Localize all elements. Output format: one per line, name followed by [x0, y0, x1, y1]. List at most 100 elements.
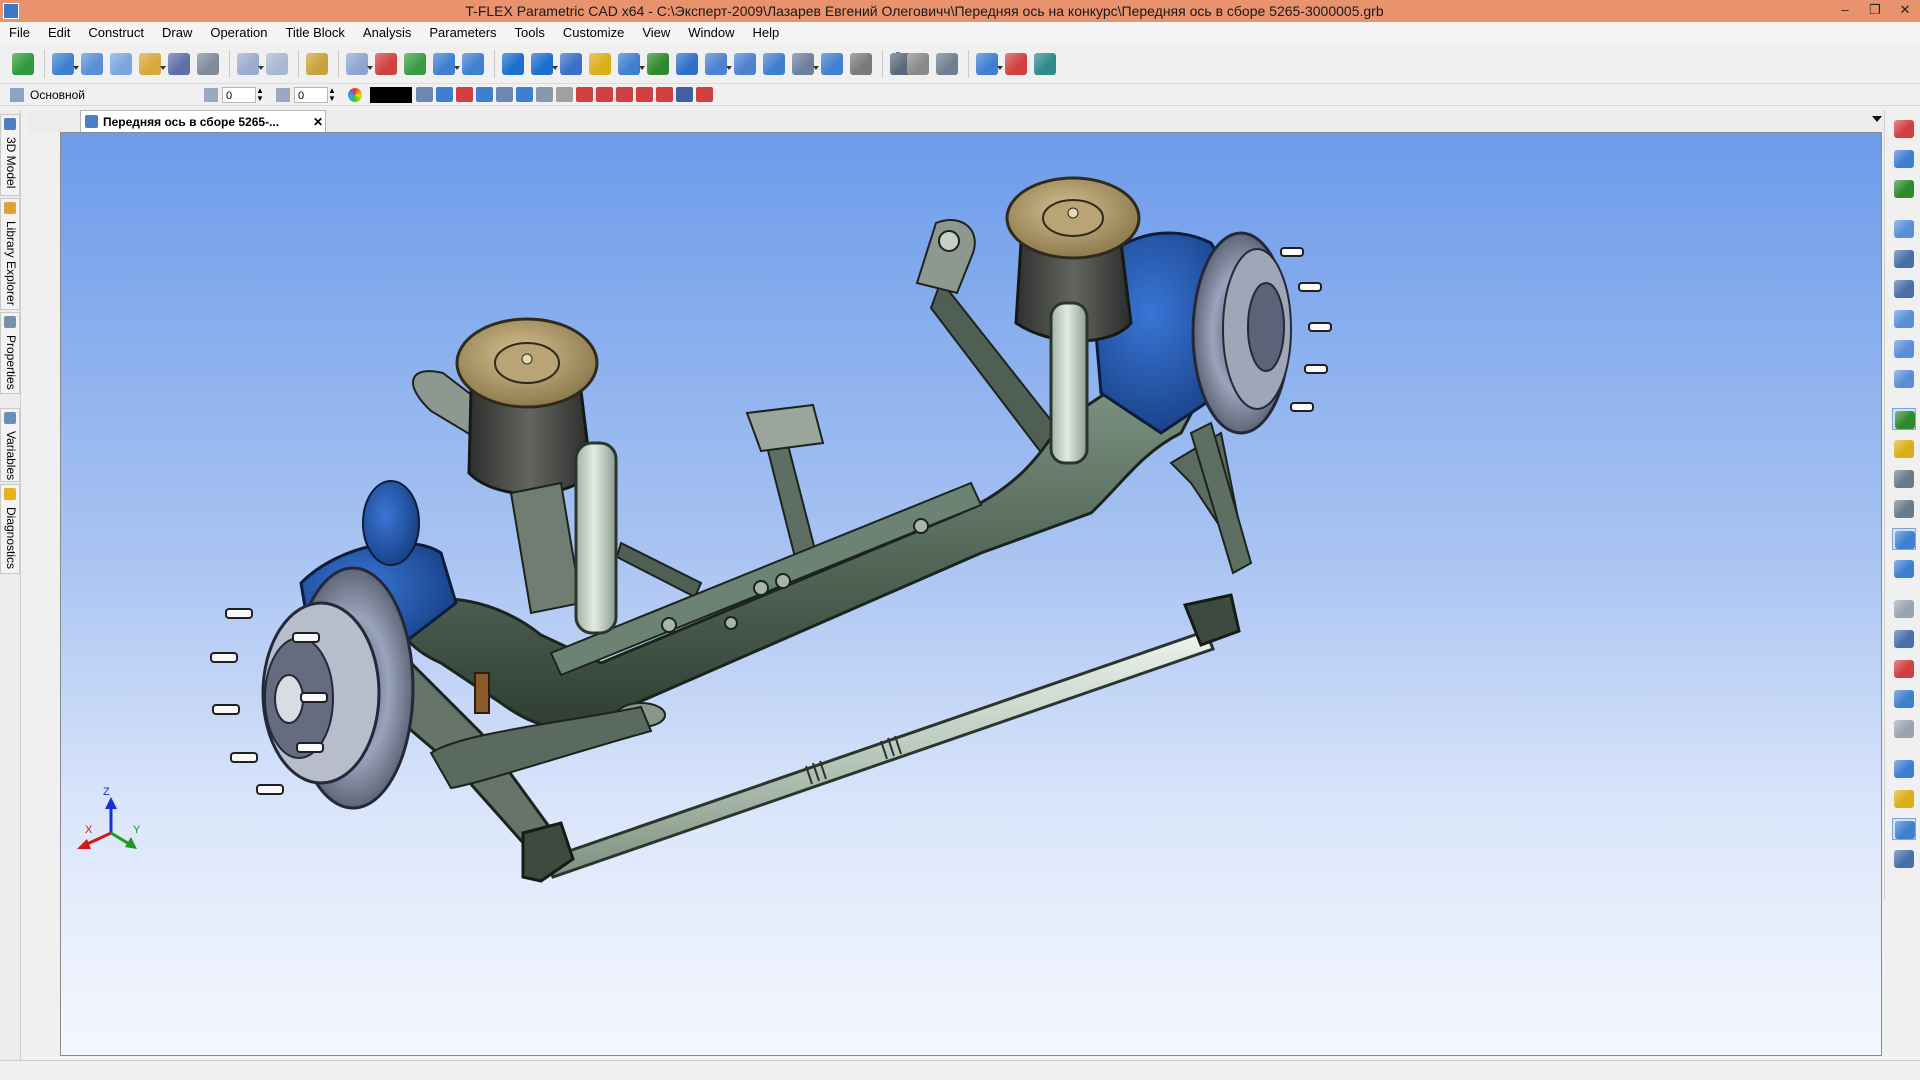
axis-icon[interactable] [431, 50, 460, 78]
zoom-in-icon[interactable] [1892, 308, 1916, 330]
zoom-prev-icon[interactable] [1892, 368, 1916, 390]
dimension-visibility-icon[interactable] [636, 87, 653, 102]
loft-icon[interactable] [616, 50, 645, 78]
menu-window[interactable]: Window [679, 22, 743, 44]
menu-parameters[interactable]: Parameters [420, 22, 505, 44]
3d-node-icon[interactable] [460, 50, 486, 78]
chamfer-icon[interactable] [732, 50, 758, 78]
dimension-icon[interactable] [1892, 438, 1916, 460]
document-tab[interactable]: Передняя ось в сборе 5265-... ✕ [80, 110, 326, 132]
check-icon[interactable] [1892, 658, 1916, 680]
image-visibility-icon[interactable] [696, 87, 713, 102]
menu-operation[interactable]: Operation [201, 22, 276, 44]
snap-circle-icon[interactable] [516, 87, 533, 102]
body-icon[interactable] [819, 50, 845, 78]
plane-icon[interactable] [1892, 718, 1916, 740]
fragment-icon[interactable] [1032, 50, 1058, 78]
link-icon[interactable] [974, 50, 1004, 78]
report-icon[interactable] [905, 50, 931, 78]
copy-icon[interactable] [1892, 598, 1916, 620]
render-icon[interactable] [1892, 818, 1916, 840]
zoom-out-icon[interactable] [1892, 338, 1916, 360]
select-elements-icon[interactable] [436, 87, 453, 102]
menu-analysis[interactable]: Analysis [354, 22, 420, 44]
restore-button[interactable]: ❐ [1860, 0, 1890, 22]
tab-3d-model[interactable]: 3D Model [0, 114, 20, 196]
fillet-icon[interactable] [703, 50, 732, 78]
material-icon[interactable] [1892, 788, 1916, 810]
view-mode-icon[interactable] [536, 87, 553, 102]
3d-viewport[interactable]: Z X Y [60, 132, 1882, 1056]
zoom-window-icon[interactable] [1892, 218, 1916, 240]
workplane-icon[interactable] [402, 50, 428, 78]
hatch-visibility-icon[interactable] [656, 87, 673, 102]
menu-tools[interactable]: Tools [506, 22, 554, 44]
close-tab-icon[interactable]: ✕ [311, 115, 325, 129]
color-palette-icon[interactable] [348, 87, 362, 102]
mirror-icon[interactable] [790, 50, 819, 78]
print-icon[interactable] [195, 50, 221, 78]
menu-customize[interactable]: Customize [554, 22, 633, 44]
new-drawing-icon[interactable] [108, 50, 134, 78]
text-visibility-icon[interactable] [616, 87, 633, 102]
tab-diagnostics[interactable]: Diagnostics [0, 484, 20, 574]
window-icon[interactable] [1892, 848, 1916, 870]
view-cube-icon[interactable] [1892, 758, 1916, 780]
menu-construct[interactable]: Construct [79, 22, 153, 44]
menu-help[interactable]: Help [744, 22, 789, 44]
line-visibility-icon[interactable] [596, 87, 613, 102]
priority-input[interactable]: 0 [294, 86, 328, 103]
assembly-icon[interactable] [1003, 50, 1029, 78]
zoom-extents-icon[interactable] [1892, 278, 1916, 300]
pin-icon[interactable] [1892, 148, 1916, 170]
properties-icon[interactable] [304, 50, 330, 78]
fit-all-icon[interactable] [1892, 248, 1916, 270]
new-3d-model-icon[interactable] [79, 50, 105, 78]
grid-icon[interactable] [1892, 628, 1916, 650]
save-icon[interactable] [166, 50, 192, 78]
mate-icon[interactable] [1892, 528, 1916, 550]
cut-icon[interactable] [761, 50, 787, 78]
sweep-icon[interactable] [645, 50, 671, 78]
menu-title-block[interactable]: Title Block [276, 22, 353, 44]
align-icon[interactable] [1892, 558, 1916, 580]
extrusion-icon[interactable] [500, 50, 526, 78]
measure-icon[interactable] [848, 50, 874, 78]
magnet-icon[interactable] [1892, 118, 1916, 140]
rotation-icon[interactable] [529, 50, 558, 78]
check-model-icon[interactable] [1892, 688, 1916, 710]
select-icon[interactable] [10, 50, 36, 78]
hide-icon[interactable] [556, 87, 573, 102]
color-swatch[interactable] [370, 86, 412, 103]
open-icon[interactable] [137, 50, 166, 78]
filter-icon[interactable] [416, 87, 433, 102]
layer-name-field[interactable]: Основной [30, 88, 200, 102]
snap-node-icon[interactable] [476, 87, 493, 102]
menu-edit[interactable]: Edit [39, 22, 79, 44]
tab-properties[interactable]: Properties [0, 312, 20, 394]
view-3d-icon[interactable] [344, 50, 373, 78]
constraint-icon[interactable] [1892, 408, 1916, 430]
delete-icon[interactable] [456, 87, 473, 102]
move-icon[interactable] [1892, 468, 1916, 490]
tab-variables[interactable]: Variables [0, 408, 20, 482]
snap-line-icon[interactable] [496, 87, 513, 102]
layer-icon[interactable] [10, 87, 24, 102]
boolean-icon[interactable] [558, 50, 584, 78]
layer-visibility-icon[interactable] [576, 87, 593, 102]
shell-icon[interactable] [587, 50, 613, 78]
snap-icon[interactable] [1892, 178, 1916, 200]
menu-view[interactable]: View [633, 22, 679, 44]
menu-draw[interactable]: Draw [153, 22, 201, 44]
priority-spinner[interactable]: ▲ ▼ [328, 86, 336, 103]
menu-file[interactable]: File [0, 22, 39, 44]
calculator-icon[interactable] [934, 50, 960, 78]
rotate-icon[interactable] [1892, 498, 1916, 520]
level-spinner[interactable]: ▲ ▼ [256, 86, 264, 103]
tab-library-explorer[interactable]: Library Explorer [0, 198, 20, 310]
redo-icon[interactable] [264, 50, 290, 78]
new-document-icon[interactable] [50, 50, 79, 78]
array-icon[interactable] [674, 50, 700, 78]
construct-point-icon[interactable] [373, 50, 399, 78]
app-logo-icon[interactable] [3, 3, 19, 19]
